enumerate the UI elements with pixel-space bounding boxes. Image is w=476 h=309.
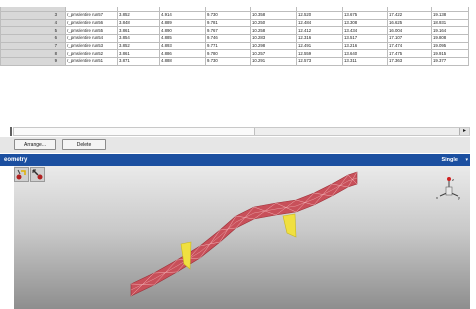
table-row[interactable]: 3 r_pms/entire run57 3.852 4.914 9.730 10.358… bbox=[0, 11, 469, 20]
row-value: 3.861 bbox=[117, 26, 160, 36]
row-value: 13.308 bbox=[342, 18, 388, 28]
arrange-button[interactable]: Arrange... bbox=[14, 139, 56, 150]
row-value: 12.491 bbox=[296, 41, 343, 51]
scrollbar-thumb[interactable] bbox=[14, 128, 255, 135]
data-table-panel: 3 r_pms/entire run57 3.852 4.914 9.730 10.358… bbox=[0, 0, 476, 141]
row-index: 4 bbox=[0, 18, 66, 28]
row-value: 10.358 bbox=[250, 11, 297, 20]
row-value: 19.095 bbox=[431, 41, 469, 51]
row-value: 9.730 bbox=[205, 11, 251, 20]
row-value: 3.848 bbox=[117, 18, 160, 28]
geometry-panel-header: eometry Single ▾ bbox=[0, 154, 476, 166]
row-label: r_pms/entire run55 bbox=[65, 26, 118, 36]
row-label: r_pms/entire run51 bbox=[65, 57, 118, 66]
row-value: 12.316 bbox=[296, 34, 343, 43]
row-label: r_pms/entire run52 bbox=[65, 49, 118, 59]
row-value: 13.311 bbox=[342, 57, 388, 66]
row-value: 3.871 bbox=[117, 57, 160, 66]
row-value: 19.138 bbox=[431, 11, 469, 20]
row-value: 10.291 bbox=[250, 57, 297, 66]
row-value: 19.808 bbox=[431, 34, 469, 43]
bridge-mesh-model bbox=[130, 171, 358, 297]
row-value: 16.625 bbox=[387, 18, 432, 28]
view-mode-select[interactable]: Single bbox=[441, 154, 458, 166]
row-value: 4.885 bbox=[159, 34, 206, 43]
app-window: 3 r_pms/entire run57 3.852 4.914 9.730 10.358… bbox=[0, 0, 476, 309]
delete-button[interactable]: Delete bbox=[62, 139, 106, 150]
deck-surface bbox=[130, 171, 358, 297]
row-value: 9.767 bbox=[205, 26, 251, 36]
row-value: 3.854 bbox=[117, 34, 160, 43]
row-index: 9 bbox=[0, 57, 66, 66]
row-value: 12.573 bbox=[296, 57, 343, 66]
row-value: 17.475 bbox=[387, 49, 432, 59]
row-value: 3.861 bbox=[117, 49, 160, 59]
row-value: 17.474 bbox=[387, 41, 432, 51]
row-value: 3.852 bbox=[117, 41, 160, 51]
table-body: 3 r_pms/entire run57 3.852 4.914 9.730 10.358… bbox=[0, 7, 469, 66]
row-value: 9.730 bbox=[205, 57, 251, 66]
row-index: 5 bbox=[0, 26, 66, 36]
button-bar: Arrange... Delete bbox=[0, 137, 476, 153]
table-row[interactable]: 7 r_pms/entire run53 3.852 4.893 9.771 10.298… bbox=[0, 41, 469, 51]
left-margin bbox=[0, 166, 14, 309]
row-value: 13.216 bbox=[342, 41, 388, 51]
row-value: 16.004 bbox=[387, 26, 432, 36]
right-pier-support bbox=[282, 213, 297, 238]
row-value: 13.640 bbox=[342, 49, 388, 59]
table-row[interactable]: 4 r_pms/entire run56 3.848 4.889 9.781 10.250… bbox=[0, 18, 469, 28]
row-value: 10.283 bbox=[250, 34, 297, 43]
row-label: r_pms/entire run54 bbox=[65, 34, 118, 43]
row-value: 19.915 bbox=[431, 49, 469, 59]
row-value: 9.780 bbox=[205, 49, 251, 59]
row-value: 9.746 bbox=[205, 34, 251, 43]
row-value: 13.434 bbox=[342, 26, 388, 36]
table-row[interactable]: 5 r_pms/entire run55 3.861 4.890 9.767 10.258… bbox=[0, 26, 469, 36]
table-row[interactable]: 8 r_pms/entire run52 3.861 4.886 9.780 10.257… bbox=[0, 49, 469, 59]
row-value: 10.298 bbox=[250, 41, 297, 51]
row-value: 13.675 bbox=[342, 11, 388, 20]
row-value: 19.377 bbox=[431, 57, 469, 66]
row-value: 13.517 bbox=[342, 34, 388, 43]
row-value: 4.914 bbox=[159, 11, 206, 20]
row-value: 18.931 bbox=[431, 18, 469, 28]
row-value: 12.412 bbox=[296, 26, 343, 36]
row-label: r_pms/entire run56 bbox=[65, 18, 118, 28]
row-value: 4.890 bbox=[159, 26, 206, 36]
row-value: 12.520 bbox=[296, 11, 343, 20]
row-value: 17.363 bbox=[387, 57, 432, 66]
row-value: 19.164 bbox=[431, 26, 469, 36]
data-table: 3 r_pms/entire run57 3.852 4.914 9.730 10.358… bbox=[0, 7, 469, 66]
geometry-panel-title: eometry bbox=[4, 157, 28, 163]
row-value: 17.107 bbox=[387, 34, 432, 43]
row-value: 12.559 bbox=[296, 49, 343, 59]
row-value: 4.886 bbox=[159, 49, 206, 59]
row-value: 4.889 bbox=[159, 18, 206, 28]
table-row[interactable]: 6 r_pms/entire run54 3.854 4.885 9.746 10.283… bbox=[0, 34, 469, 43]
table-row[interactable]: 9 r_pms/entire run51 3.871 4.888 9.730 10.291… bbox=[0, 57, 469, 66]
row-value: 4.888 bbox=[159, 57, 206, 66]
row-value: 10.257 bbox=[250, 49, 297, 59]
row-value: 17.422 bbox=[387, 11, 432, 20]
row-index: 7 bbox=[0, 41, 66, 51]
row-index: 6 bbox=[0, 34, 66, 43]
row-label: r_pms/entire run57 bbox=[65, 11, 118, 20]
row-index: 3 bbox=[0, 11, 66, 20]
row-value: 3.852 bbox=[117, 11, 160, 20]
scroll-right-arrow-icon[interactable]: ▸ bbox=[459, 128, 469, 135]
row-value: 10.258 bbox=[250, 26, 297, 36]
row-index: 8 bbox=[0, 49, 66, 59]
right-margin bbox=[470, 0, 476, 309]
row-value: 4.893 bbox=[159, 41, 206, 51]
row-label: r_pms/entire run53 bbox=[65, 41, 118, 51]
row-value: 12.484 bbox=[296, 18, 343, 28]
row-value: 10.250 bbox=[250, 18, 297, 28]
scrollbar-left-cap bbox=[10, 127, 12, 136]
view-mode-dropdown-icon[interactable]: ▾ bbox=[465, 154, 468, 166]
geometry-viewport[interactable]: z x y bbox=[14, 166, 470, 309]
row-value: 9.771 bbox=[205, 41, 251, 51]
horizontal-scrollbar[interactable]: ▸ bbox=[13, 127, 470, 136]
row-value: 9.781 bbox=[205, 18, 251, 28]
bridge-deck-mesh bbox=[130, 171, 358, 297]
